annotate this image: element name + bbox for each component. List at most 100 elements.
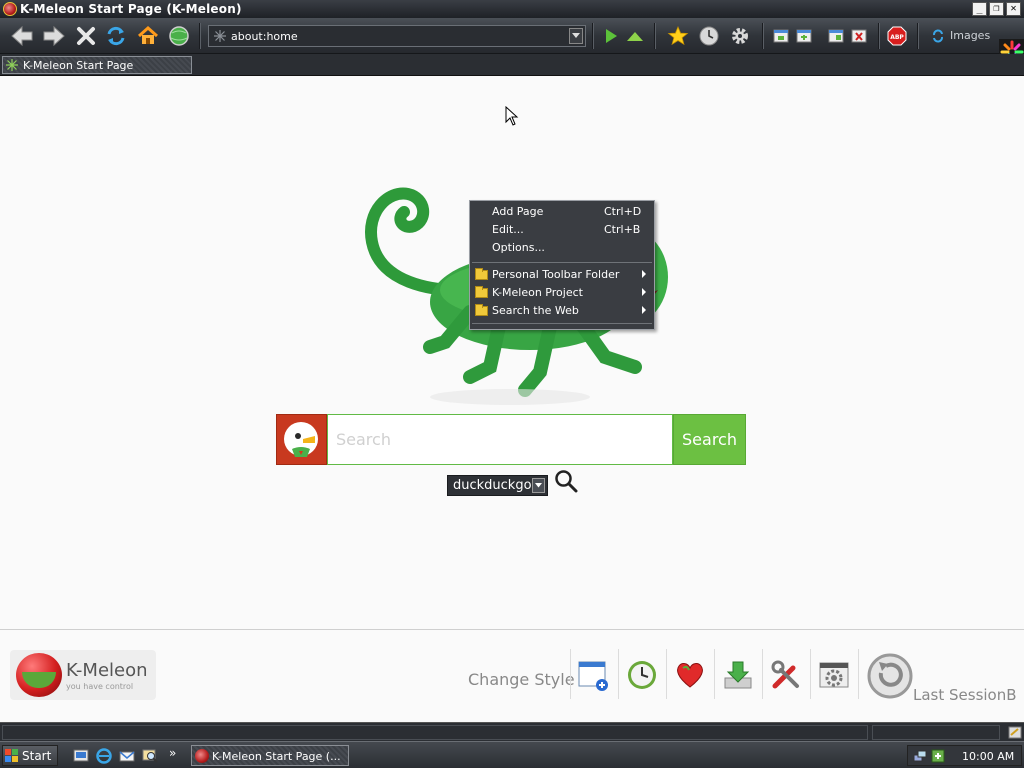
window-icon xyxy=(796,29,812,43)
site-icon xyxy=(6,59,18,71)
menu-item-label: Personal Toolbar Folder xyxy=(492,268,620,281)
toolbar-separator xyxy=(878,23,880,49)
forward-icon xyxy=(43,25,65,47)
search-button[interactable]: Search xyxy=(673,414,746,465)
menu-item-add-page[interactable]: Add Page Ctrl+D xyxy=(470,203,654,221)
settings-tool[interactable] xyxy=(814,653,854,697)
tool-separator xyxy=(858,649,859,699)
tab-k-meleon-start-page[interactable]: K-Meleon Start Page xyxy=(2,56,192,74)
window-icon xyxy=(828,29,844,43)
bookmarks-context-menu: Add Page Ctrl+D Edit... Ctrl+B Options..… xyxy=(469,200,655,330)
menu-item-edit[interactable]: Edit... Ctrl+B xyxy=(470,221,654,239)
status-bar xyxy=(0,722,1024,741)
menu-item-search-the-web[interactable]: Search the Web xyxy=(470,302,654,320)
toolbar-separator xyxy=(654,23,656,49)
duck-icon xyxy=(284,422,318,457)
globe-icon xyxy=(169,26,189,46)
window-icon xyxy=(773,29,789,43)
tab-bar: K-Meleon Start Page xyxy=(0,54,1024,76)
menu-item-personal-toolbar-folder[interactable]: Personal Toolbar Folder xyxy=(470,266,654,284)
up-button[interactable] xyxy=(621,22,649,50)
back-button[interactable] xyxy=(8,22,36,50)
logo-name: K-Meleon xyxy=(66,660,148,681)
home-button[interactable] xyxy=(134,22,162,50)
logo-tagline: you have control xyxy=(66,682,134,691)
menu-item-label: Options... xyxy=(492,241,545,254)
tools-tool[interactable] xyxy=(766,653,806,697)
taskbar: Start » K-Meleon Start Page (... 10:00 A… xyxy=(0,741,1024,768)
network-icon[interactable] xyxy=(913,749,927,763)
tool-separator xyxy=(714,649,715,699)
quick-launch-more-button[interactable]: » xyxy=(169,746,176,760)
tool-separator xyxy=(666,649,667,699)
folder-icon xyxy=(475,286,488,298)
globe-button[interactable] xyxy=(165,22,193,50)
new-tab-button[interactable] xyxy=(790,22,818,50)
favorites-tool[interactable] xyxy=(670,653,710,697)
close-window-button[interactable] xyxy=(845,22,873,50)
forward-button[interactable] xyxy=(40,22,68,50)
internet-explorer-icon[interactable] xyxy=(96,748,112,764)
close-button[interactable]: ✕ xyxy=(1006,2,1021,16)
search-icon[interactable] xyxy=(554,469,578,493)
change-style-link[interactable]: Change Style xyxy=(468,670,575,689)
images-toggle-icon[interactable] xyxy=(931,29,945,43)
volume-icon[interactable] xyxy=(931,749,945,763)
url-dropdown-button[interactable] xyxy=(569,28,583,44)
new-window-tool[interactable] xyxy=(573,653,613,697)
search-computer-icon[interactable] xyxy=(142,748,158,764)
reload-button[interactable] xyxy=(102,22,130,50)
reload-icon xyxy=(107,26,125,46)
history-tool[interactable] xyxy=(622,653,662,697)
menu-item-k-meleon-project[interactable]: K-Meleon Project xyxy=(470,284,654,302)
downloads-tool[interactable] xyxy=(718,653,758,697)
toolbar-separator xyxy=(199,23,201,49)
new-window-icon xyxy=(578,661,608,691)
settings-icon xyxy=(819,662,849,688)
search-engine-select[interactable]: duckduckgo xyxy=(447,475,548,496)
restore-button[interactable]: ❐ xyxy=(989,2,1004,16)
tools-icon xyxy=(771,660,799,689)
show-desktop-icon[interactable] xyxy=(73,748,89,764)
start-button[interactable]: Start xyxy=(2,745,58,766)
menu-item-label: K-Meleon Project xyxy=(492,286,583,299)
menu-item-label: Edit... xyxy=(492,223,524,236)
history-clock-icon xyxy=(699,26,719,46)
stop-button[interactable] xyxy=(72,22,100,50)
navigation-toolbar: ABP Images xyxy=(0,18,1024,65)
images-toggle-label[interactable]: Images xyxy=(950,29,990,42)
outlook-express-icon[interactable] xyxy=(119,748,135,764)
tool-separator xyxy=(618,649,619,699)
clock: 10:00 AM xyxy=(962,750,1015,763)
duckduckgo-logo xyxy=(276,414,327,465)
search-input[interactable] xyxy=(327,414,673,465)
taskbar-item-k-meleon[interactable]: K-Meleon Start Page (... xyxy=(191,745,349,766)
url-input[interactable] xyxy=(231,28,561,44)
tab-label: K-Meleon Start Page xyxy=(23,59,134,72)
k-meleon-logo[interactable]: K-Meleon you have control xyxy=(10,650,156,700)
engine-dropdown-button[interactable] xyxy=(532,478,545,493)
system-tray: 10:00 AM xyxy=(907,745,1022,766)
toolbar-separator xyxy=(917,23,919,49)
k-meleon-app-icon[interactable] xyxy=(3,2,17,16)
history-button[interactable] xyxy=(695,22,723,50)
bookmarks-button[interactable] xyxy=(664,22,692,50)
url-bar[interactable] xyxy=(208,25,586,47)
folder-icon xyxy=(475,304,488,316)
mouse-cursor-icon xyxy=(505,106,519,126)
menu-item-options[interactable]: Options... xyxy=(470,239,654,257)
chevron-down-icon xyxy=(572,33,580,38)
last-session-link[interactable]: Last SessionB xyxy=(913,686,1017,704)
submenu-arrow-icon xyxy=(642,288,646,296)
go-icon xyxy=(606,29,617,43)
menu-item-label: Add Page xyxy=(492,205,544,218)
adblock-icon: ABP xyxy=(887,26,907,46)
preferences-button[interactable] xyxy=(726,22,754,50)
restore-session-icon[interactable] xyxy=(866,652,914,700)
adblock-button[interactable]: ABP xyxy=(883,22,911,50)
window-title: K-Meleon Start Page (K-Meleon) xyxy=(20,2,242,16)
menu-item-label: Search the Web xyxy=(492,304,579,317)
minimize-button[interactable]: _ xyxy=(972,2,987,16)
submenu-arrow-icon xyxy=(642,270,646,278)
back-icon xyxy=(11,25,33,47)
